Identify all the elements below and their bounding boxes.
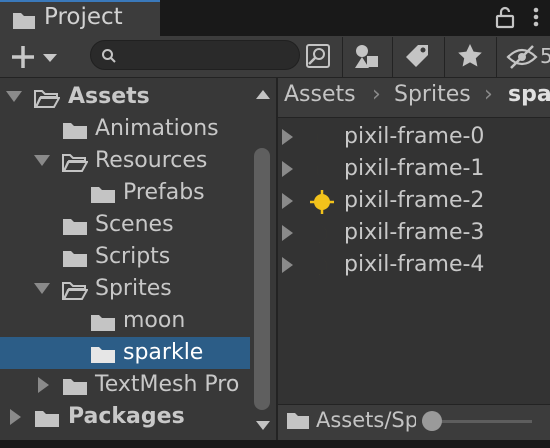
expand-arrow-icon[interactable]: [282, 225, 293, 241]
moon-crescent-left-icon: [316, 161, 326, 179]
tree-item-prefabs[interactable]: Prefabs: [0, 177, 250, 209]
folder-open-icon: [62, 282, 88, 300]
sun-burst-icon: [310, 190, 334, 214]
folder-icon: [63, 251, 87, 267]
moon-crescent-left-icon: [316, 129, 326, 147]
folder-icon: [35, 411, 59, 427]
moon-crescent-right-icon: [318, 257, 328, 275]
tree-item-label: Packages: [68, 404, 185, 429]
label-tag-icon[interactable]: [404, 42, 432, 70]
tree-item-label: sparkle: [123, 340, 204, 365]
tree-item-sprites[interactable]: Sprites: [0, 273, 250, 305]
tree-item-label: Scripts: [95, 244, 171, 269]
collapse-arrow-icon[interactable]: [10, 409, 21, 425]
favorite-star-icon[interactable]: [456, 42, 484, 70]
asset-item[interactable]: pixil-frame-0: [278, 121, 550, 153]
tree-item-packages[interactable]: Packages: [0, 401, 250, 433]
asset-item[interactable]: pixil-frame-2: [278, 185, 550, 217]
expand-arrow-icon[interactable]: [6, 91, 22, 102]
tree-item-moon[interactable]: moon: [0, 305, 250, 337]
asset-label: pixil-frame-0: [344, 124, 485, 149]
asset-item[interactable]: pixil-frame-1: [278, 153, 550, 185]
asset-item[interactable]: pixil-frame-3: [278, 217, 550, 249]
search-input[interactable]: [90, 40, 300, 70]
toolbar-divider: [444, 37, 445, 77]
folder-icon: [63, 379, 87, 395]
tab-title: Project: [44, 4, 123, 30]
scroll-up-arrow-icon[interactable]: [255, 88, 271, 100]
toolbar-divider: [496, 37, 497, 77]
tree-item-textmesh-pro[interactable]: TextMesh Pro: [0, 369, 250, 401]
folder-tree: Assets Animations Resources Prefabs Scen…: [0, 78, 276, 440]
folder-open-icon: [62, 154, 88, 172]
folder-icon: [63, 219, 87, 235]
collapse-arrow-icon[interactable]: [38, 377, 49, 393]
create-button[interactable]: [10, 44, 62, 70]
folder-icon: [63, 123, 87, 139]
breadcrumb-separator-icon: ›: [372, 82, 381, 107]
breadcrumb-separator-icon: ›: [484, 82, 493, 107]
tree-item-label: Sprites: [95, 276, 172, 301]
toolbar-divider: [342, 37, 343, 77]
hidden-packages-count: 5: [540, 44, 550, 68]
asset-label: pixil-frame-3: [344, 220, 485, 245]
selected-path-label: Assets/Sprites/sparkle: [316, 408, 416, 432]
tree-item-sparkle[interactable]: sparkle: [0, 337, 250, 369]
folder-icon: [91, 187, 115, 203]
folder-open-icon: [34, 90, 60, 108]
asset-label: pixil-frame-4: [344, 252, 485, 277]
expand-arrow-icon[interactable]: [34, 283, 50, 294]
more-options-icon[interactable]: [528, 6, 544, 28]
folder-icon: [91, 347, 115, 363]
breadcrumb-item[interactable]: Assets: [284, 82, 356, 107]
filter-by-type-icon[interactable]: [352, 42, 382, 72]
asset-label: pixil-frame-2: [344, 188, 485, 213]
folder-icon: [287, 413, 309, 429]
folder-icon: [91, 315, 115, 331]
asset-item[interactable]: pixil-frame-4: [278, 249, 550, 281]
tree-item-label: Prefabs: [123, 180, 205, 205]
hidden-packages-eye-icon[interactable]: [506, 44, 540, 70]
expand-arrow-icon[interactable]: [282, 193, 293, 209]
lock-icon[interactable]: [494, 5, 516, 29]
scroll-down-arrow-icon[interactable]: [255, 420, 271, 432]
tree-item-label: moon: [123, 308, 186, 333]
search-by-type-icon[interactable]: [304, 42, 332, 70]
breadcrumb-item-current[interactable]: sparkle: [508, 82, 550, 107]
tree-item-scenes[interactable]: Scenes: [0, 209, 250, 241]
moon-crescent-right-icon: [318, 225, 328, 243]
tree-item-label: Assets: [68, 84, 150, 109]
asset-label: pixil-frame-1: [344, 156, 485, 181]
breadcrumb-item[interactable]: Sprites: [394, 82, 471, 107]
expand-arrow-icon[interactable]: [282, 257, 293, 273]
toolbar-divider: [392, 37, 393, 77]
tree-item-label: Animations: [95, 116, 219, 141]
tree-item-label: Resources: [95, 148, 208, 173]
tree-item-resources[interactable]: Resources: [0, 145, 250, 177]
expand-arrow-icon[interactable]: [34, 155, 50, 166]
folder-icon: [13, 13, 35, 29]
tree-item-label: Scenes: [95, 212, 174, 237]
search-icon: [102, 49, 116, 63]
tab-project[interactable]: Project: [0, 0, 160, 36]
breadcrumb: Assets › Sprites › sparkle: [278, 78, 550, 118]
expand-arrow-icon[interactable]: [282, 161, 293, 177]
tree-item-scripts[interactable]: Scripts: [0, 241, 250, 273]
scrollbar-thumb[interactable]: [254, 148, 270, 410]
tree-item-assets[interactable]: Assets: [0, 81, 250, 113]
window-bottom-edge: [0, 440, 550, 448]
zoom-slider-handle[interactable]: [422, 411, 442, 431]
tree-item-label: TextMesh Pro: [95, 372, 240, 397]
expand-arrow-icon[interactable]: [282, 129, 293, 145]
tree-item-animations[interactable]: Animations: [0, 113, 250, 145]
